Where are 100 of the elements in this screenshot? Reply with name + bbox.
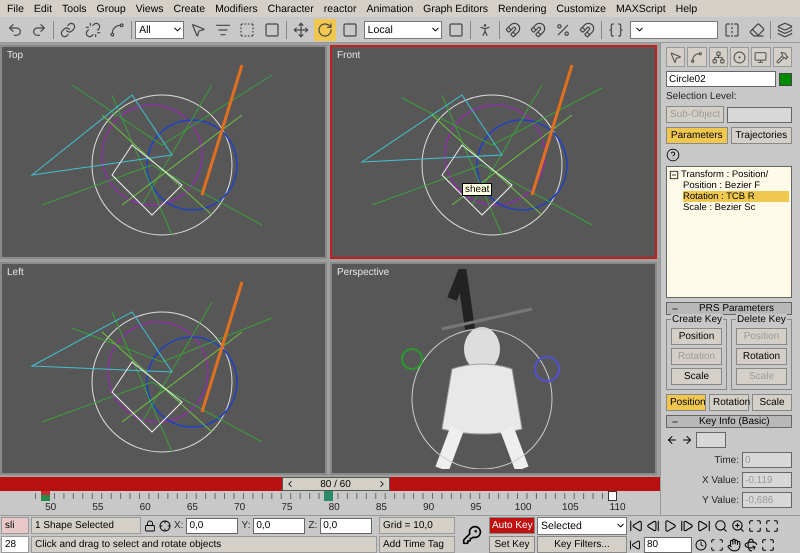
rotate-icon[interactable]	[314, 18, 336, 40]
viewport[interactable]: Left	[0, 262, 327, 476]
frame-number: 50	[44, 502, 58, 515]
collapse-icon[interactable]	[669, 170, 679, 180]
coord-label: Y:	[241, 520, 250, 531]
group-title: Delete Key	[736, 314, 787, 325]
orbit-icon	[744, 538, 758, 552]
menu-item[interactable]: Modifiers	[210, 2, 263, 14]
rollout-header[interactable]: PRS Parameters	[666, 302, 792, 315]
mode-button[interactable]: Position	[666, 394, 706, 411]
rollout-header[interactable]: Key Info (Basic)	[666, 415, 792, 428]
frame-number: 95	[469, 502, 482, 515]
menu-item[interactable]: Tools	[57, 2, 92, 14]
y-coordinate-field[interactable]: 0,0	[253, 518, 306, 534]
add-time-tag-button[interactable]: Add Time Tag	[379, 536, 455, 553]
tree-item[interactable]: Rotation : TCB R	[683, 191, 789, 202]
menu-item[interactable]: File	[2, 2, 29, 14]
x-coordinate-field[interactable]: 0,0	[186, 518, 238, 534]
menu-item[interactable]: Views	[130, 2, 169, 14]
selection-status: 1 Shape Selected	[31, 517, 141, 534]
display-tab[interactable]	[751, 47, 771, 67]
tree-item[interactable]: Position : Bezier F	[683, 180, 789, 191]
frame-marker-icon	[608, 491, 617, 502]
key-marker-icon	[324, 491, 333, 502]
group-title: Create Key	[671, 314, 724, 325]
mode-button[interactable]: Rotation	[709, 394, 749, 411]
current-frame-field[interactable]: 80	[644, 536, 692, 552]
create-tab[interactable]	[666, 47, 686, 67]
menu-item[interactable]: Animation	[361, 2, 418, 14]
frame-number: 80	[328, 502, 341, 515]
tree-item[interactable]: Scale : Bezier Sc	[683, 202, 789, 213]
pointer-icon	[669, 50, 682, 64]
time-config-icon	[695, 538, 707, 550]
menu-item[interactable]: Create	[168, 2, 210, 14]
script-listener-field[interactable]: sli	[1, 517, 29, 534]
viewport[interactable]: Perspective	[330, 262, 657, 476]
auto-key-button[interactable]: Auto Key	[489, 517, 535, 534]
menu-item[interactable]: Group	[92, 2, 131, 14]
previous-key-icon	[666, 434, 678, 446]
menu-item[interactable]: MAXScript	[611, 2, 671, 14]
viewport-label[interactable]: Left	[7, 266, 24, 278]
key-button[interactable]: Scale	[671, 368, 722, 385]
selection-filter-dropdown[interactable]: All	[135, 20, 184, 38]
pan-icon	[727, 538, 741, 552]
zoom-all-icon	[731, 518, 745, 532]
utilities-tab[interactable]	[772, 47, 792, 67]
frame-number: 85	[374, 502, 388, 515]
viewport-label[interactable]: Perspective	[337, 266, 390, 278]
motion-tab[interactable]	[730, 47, 750, 67]
frame-number: 65	[186, 502, 199, 515]
field-label: Y Value:	[702, 494, 739, 506]
menu-item[interactable]: Customize	[551, 2, 612, 14]
tree-item[interactable]: Transform : Position/	[681, 169, 768, 180]
zoom-icon	[714, 518, 728, 532]
mode-tab[interactable]: Parameters	[666, 127, 728, 144]
coord-label: X:	[174, 520, 184, 531]
hierarchy-icon	[712, 50, 725, 64]
viewport[interactable]: Top	[0, 45, 327, 259]
next-key-icon	[681, 434, 693, 446]
key-mode-dropdown[interactable]: Selected	[537, 516, 627, 534]
hierarchy-tab[interactable]	[708, 47, 728, 67]
frame-number: 75	[280, 502, 294, 515]
mode-button[interactable]: Scale	[752, 394, 792, 411]
key-marker-icon	[41, 491, 50, 502]
sub-object-dropdown[interactable]	[727, 106, 792, 122]
menu-item[interactable]: Character	[262, 2, 319, 14]
wheel-icon	[733, 50, 746, 64]
help-icon[interactable]	[666, 148, 680, 162]
set-key-button[interactable]: Set Key	[489, 536, 535, 553]
frame-number: 60	[138, 502, 152, 515]
viewport[interactable]: Front sheat	[330, 45, 657, 259]
z-coordinate-field[interactable]: 0,0	[320, 518, 372, 534]
color-swatch[interactable]	[779, 72, 792, 86]
lock-icon	[144, 520, 156, 532]
frame-number: 100	[514, 502, 532, 515]
monitor-icon	[754, 50, 768, 64]
menu-item[interactable]: Rendering	[492, 2, 552, 14]
object-name-field[interactable]: Circle02	[666, 71, 776, 87]
key-button[interactable]: Rotation	[736, 348, 787, 365]
time-slider[interactable]: 80 / 60	[282, 477, 390, 492]
coordinate-system-dropdown[interactable]: Local	[364, 20, 442, 38]
script-line-field[interactable]: 28	[1, 536, 29, 553]
viewport-label[interactable]: Top	[7, 50, 24, 61]
frame-number: 70	[233, 502, 246, 515]
frame-number: 90	[422, 502, 436, 515]
previous-frame-icon	[646, 518, 660, 532]
mode-tab[interactable]: Trajectories	[730, 127, 792, 144]
key-icon[interactable]	[462, 525, 482, 545]
go-to-start-icon	[629, 518, 643, 532]
key-button[interactable]: Position	[671, 328, 722, 345]
modify-tab[interactable]	[687, 47, 707, 67]
named-selection-dropdown[interactable]	[630, 20, 718, 38]
menu-item[interactable]: Help	[670, 2, 702, 14]
coord-label: Z:	[308, 520, 318, 531]
key-filters-button[interactable]: Key Filters...	[537, 536, 627, 553]
menu-item[interactable]: Graph Editors	[418, 2, 493, 14]
key-number-field[interactable]	[696, 432, 726, 448]
menu-item[interactable]: Edit	[28, 2, 58, 14]
menu-item[interactable]: reactor	[318, 2, 362, 14]
viewport-label[interactable]: Front	[337, 50, 360, 61]
